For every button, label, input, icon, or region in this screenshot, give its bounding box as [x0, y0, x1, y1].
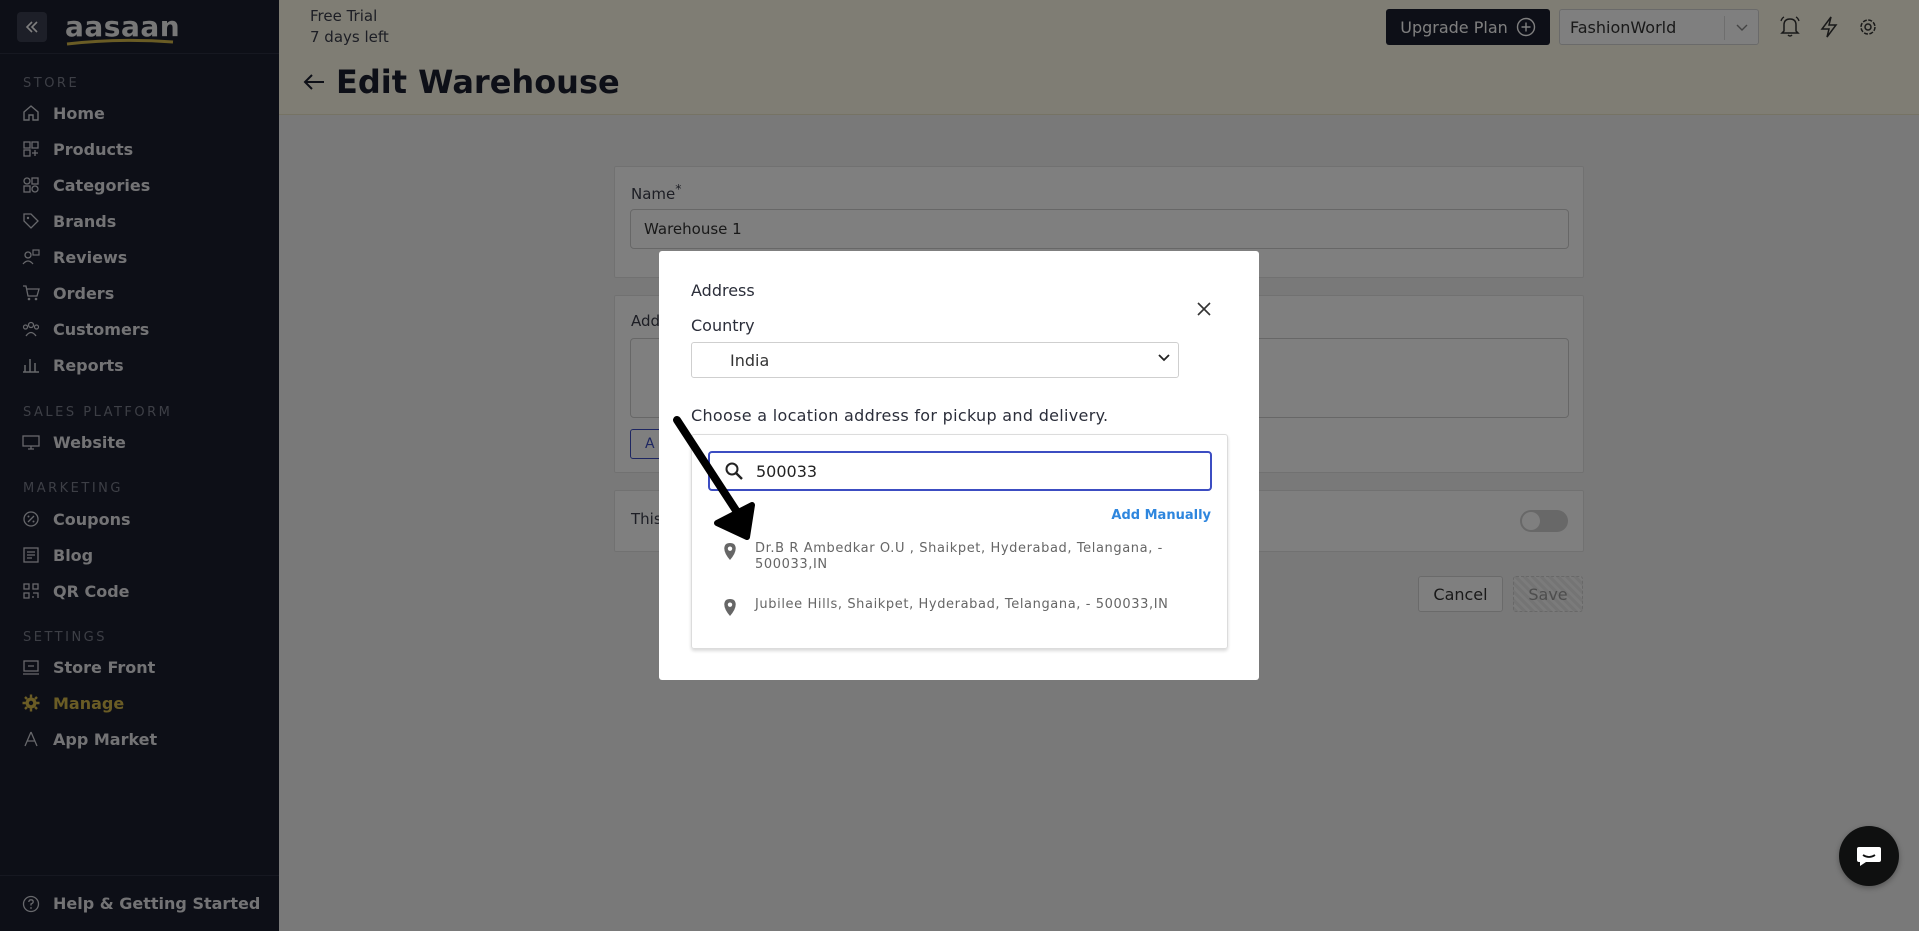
location-result[interactable]: Dr.B R Ambedkar O.U , Shaikpet, Hyderaba…: [722, 541, 1175, 573]
country-select[interactable]: India: [691, 342, 1179, 378]
search-icon: [724, 461, 744, 481]
location-search-panel: 500033 Add Manually Dr.B R Ambedkar O.U …: [691, 434, 1228, 649]
country-value: India: [730, 350, 770, 370]
chat-icon: [1857, 847, 1881, 866]
search-value: 500033: [756, 461, 818, 481]
location-search-input[interactable]: 500033: [708, 451, 1212, 491]
close-icon[interactable]: [1192, 297, 1216, 321]
chat-button[interactable]: [1839, 826, 1899, 886]
location-result-text: Dr.B R Ambedkar O.U , Shaikpet, Hyderaba…: [755, 541, 1163, 572]
address-modal: Address Country India Choose a location …: [659, 251, 1259, 680]
location-pin-icon: [724, 542, 736, 561]
modal-title: Address: [691, 281, 755, 300]
country-label: Country: [691, 316, 755, 335]
location-description: Choose a location address for pickup and…: [691, 406, 1109, 425]
chevron-down-icon: [1158, 354, 1170, 362]
location-pin-icon: [724, 598, 736, 617]
add-manually-link[interactable]: Add Manually: [1111, 508, 1211, 523]
location-result-text: Jubilee Hills, Shaikpet, Hyderabad, Tela…: [755, 597, 1169, 612]
location-result[interactable]: Jubilee Hills, Shaikpet, Hyderabad, Tela…: [722, 597, 1175, 617]
